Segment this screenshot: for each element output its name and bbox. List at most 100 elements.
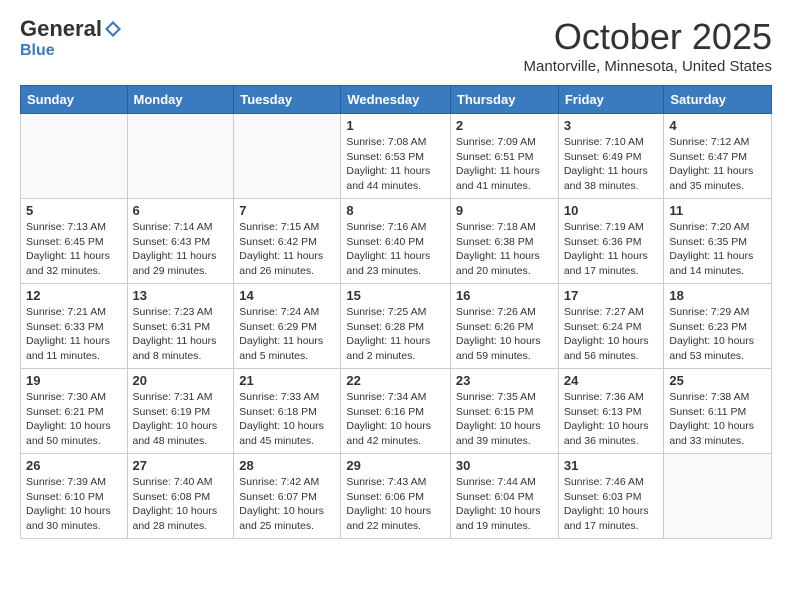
day-number: 17 — [564, 288, 659, 303]
calendar-table: SundayMondayTuesdayWednesdayThursdayFrid… — [20, 85, 772, 539]
calendar-cell: 10Sunrise: 7:19 AM Sunset: 6:36 PM Dayli… — [558, 199, 664, 284]
day-info: Sunrise: 7:14 AM Sunset: 6:43 PM Dayligh… — [133, 220, 229, 279]
day-info: Sunrise: 7:26 AM Sunset: 6:26 PM Dayligh… — [456, 305, 553, 364]
day-info: Sunrise: 7:20 AM Sunset: 6:35 PM Dayligh… — [669, 220, 766, 279]
day-info: Sunrise: 7:40 AM Sunset: 6:08 PM Dayligh… — [133, 475, 229, 534]
day-number: 10 — [564, 203, 659, 218]
day-info: Sunrise: 7:31 AM Sunset: 6:19 PM Dayligh… — [133, 390, 229, 449]
calendar-week-row: 19 Sunrise: 7:30 AM Sunset: 6:21 PM Dayli… — [21, 369, 772, 454]
day-number: 30 — [456, 458, 553, 473]
day-number: 21 — [239, 373, 335, 388]
day-info: Sunrise: 7:44 AM Sunset: 6:04 PM Dayligh… — [456, 475, 553, 534]
calendar-week-row: 12Sunrise: 7:21 AM Sunset: 6:33 PM Dayli… — [21, 284, 772, 369]
day-info: Sunrise: 7:46 AM Sunset: 6:03 PM Dayligh… — [564, 475, 659, 534]
day-number: 11 — [669, 203, 766, 218]
page: General Blue October 2025 Mantorville, M… — [0, 0, 792, 612]
calendar-cell — [21, 114, 128, 199]
day-number: 29 — [346, 458, 445, 473]
calendar-cell: 3Sunrise: 7:10 AM Sunset: 6:49 PM Daylig… — [558, 114, 664, 199]
calendar-cell: 11 Sunrise: 7:20 AM Sunset: 6:35 PM Dayli… — [664, 199, 772, 284]
calendar-cell: 5 Sunrise: 7:13 AM Sunset: 6:45 PM Daylig… — [21, 199, 128, 284]
day-number: 16 — [456, 288, 553, 303]
calendar-cell: 27 Sunrise: 7:40 AM Sunset: 6:08 PM Dayli… — [127, 454, 234, 539]
calendar-cell — [127, 114, 234, 199]
calendar-cell: 30 Sunrise: 7:44 AM Sunset: 6:04 PM Dayli… — [450, 454, 558, 539]
day-number: 19 — [26, 373, 122, 388]
day-number: 18 — [669, 288, 766, 303]
day-number: 22 — [346, 373, 445, 388]
day-info: Sunrise: 7:24 AM Sunset: 6:29 PM Dayligh… — [239, 305, 335, 364]
day-number: 31 — [564, 458, 659, 473]
calendar-cell — [234, 114, 341, 199]
calendar-cell: 23 Sunrise: 7:35 AM Sunset: 6:15 PM Dayli… — [450, 369, 558, 454]
calendar-cell: 29 Sunrise: 7:43 AM Sunset: 6:06 PM Dayli… — [341, 454, 451, 539]
day-number: 8 — [346, 203, 445, 218]
logo-blue-text: Blue — [20, 42, 55, 60]
calendar-header-row: SundayMondayTuesdayWednesdayThursdayFrid… — [21, 86, 772, 114]
day-number: 27 — [133, 458, 229, 473]
calendar-week-row: 26Sunrise: 7:39 AM Sunset: 6:10 PM Dayli… — [21, 454, 772, 539]
day-info: Sunrise: 7:18 AM Sunset: 6:38 PM Dayligh… — [456, 220, 553, 279]
day-number: 14 — [239, 288, 335, 303]
logo-icon — [104, 20, 122, 38]
day-info: Sunrise: 7:34 AM Sunset: 6:16 PM Dayligh… — [346, 390, 445, 449]
day-number: 25 — [669, 373, 766, 388]
day-number: 15 — [346, 288, 445, 303]
logo: General Blue — [20, 16, 122, 60]
day-info: Sunrise: 7:43 AM Sunset: 6:06 PM Dayligh… — [346, 475, 445, 534]
calendar-cell: 16 Sunrise: 7:26 AM Sunset: 6:26 PM Dayli… — [450, 284, 558, 369]
day-number: 24 — [564, 373, 659, 388]
day-info: Sunrise: 7:42 AM Sunset: 6:07 PM Dayligh… — [239, 475, 335, 534]
day-info: Sunrise: 7:21 AM Sunset: 6:33 PM Dayligh… — [26, 305, 122, 364]
day-info: Sunrise: 7:09 AM Sunset: 6:51 PM Dayligh… — [456, 135, 553, 194]
calendar-cell — [664, 454, 772, 539]
calendar-day-header: Friday — [558, 86, 664, 114]
day-number: 1 — [346, 118, 445, 133]
day-info: Sunrise: 7:23 AM Sunset: 6:31 PM Dayligh… — [133, 305, 229, 364]
calendar-cell: 18 Sunrise: 7:29 AM Sunset: 6:23 PM Dayli… — [664, 284, 772, 369]
calendar-cell: 8Sunrise: 7:16 AM Sunset: 6:40 PM Daylig… — [341, 199, 451, 284]
header: General Blue October 2025 Mantorville, M… — [20, 16, 772, 75]
calendar-day-header: Saturday — [664, 86, 772, 114]
day-number: 6 — [133, 203, 229, 218]
day-info: Sunrise: 7:29 AM Sunset: 6:23 PM Dayligh… — [669, 305, 766, 364]
calendar-cell: 21Sunrise: 7:33 AM Sunset: 6:18 PM Dayli… — [234, 369, 341, 454]
logo-general-text: General — [20, 16, 102, 42]
calendar-day-header: Thursday — [450, 86, 558, 114]
calendar-cell: 12Sunrise: 7:21 AM Sunset: 6:33 PM Dayli… — [21, 284, 128, 369]
calendar-cell: 2 Sunrise: 7:09 AM Sunset: 6:51 PM Daylig… — [450, 114, 558, 199]
calendar-cell: 14 Sunrise: 7:24 AM Sunset: 6:29 PM Dayli… — [234, 284, 341, 369]
calendar-cell: 6 Sunrise: 7:14 AM Sunset: 6:43 PM Daylig… — [127, 199, 234, 284]
day-number: 20 — [133, 373, 229, 388]
day-number: 2 — [456, 118, 553, 133]
day-info: Sunrise: 7:27 AM Sunset: 6:24 PM Dayligh… — [564, 305, 659, 364]
calendar-day-header: Sunday — [21, 86, 128, 114]
calendar-cell: 9Sunrise: 7:18 AM Sunset: 6:38 PM Daylig… — [450, 199, 558, 284]
month-title: October 2025 — [524, 16, 772, 58]
calendar-cell: 31 Sunrise: 7:46 AM Sunset: 6:03 PM Dayli… — [558, 454, 664, 539]
calendar-cell: 24 Sunrise: 7:36 AM Sunset: 6:13 PM Dayli… — [558, 369, 664, 454]
day-info: Sunrise: 7:36 AM Sunset: 6:13 PM Dayligh… — [564, 390, 659, 449]
calendar-cell: 28Sunrise: 7:42 AM Sunset: 6:07 PM Dayli… — [234, 454, 341, 539]
calendar-cell: 25 Sunrise: 7:38 AM Sunset: 6:11 PM Dayli… — [664, 369, 772, 454]
day-info: Sunrise: 7:38 AM Sunset: 6:11 PM Dayligh… — [669, 390, 766, 449]
day-number: 5 — [26, 203, 122, 218]
day-number: 23 — [456, 373, 553, 388]
day-info: Sunrise: 7:35 AM Sunset: 6:15 PM Dayligh… — [456, 390, 553, 449]
calendar-week-row: 5 Sunrise: 7:13 AM Sunset: 6:45 PM Daylig… — [21, 199, 772, 284]
calendar-cell: 15Sunrise: 7:25 AM Sunset: 6:28 PM Dayli… — [341, 284, 451, 369]
calendar-day-header: Wednesday — [341, 86, 451, 114]
day-info: Sunrise: 7:30 AM Sunset: 6:21 PM Dayligh… — [26, 390, 122, 449]
location: Mantorville, Minnesota, United States — [524, 58, 772, 75]
calendar-day-header: Tuesday — [234, 86, 341, 114]
day-info: Sunrise: 7:10 AM Sunset: 6:49 PM Dayligh… — [564, 135, 659, 194]
calendar-cell: 22 Sunrise: 7:34 AM Sunset: 6:16 PM Dayli… — [341, 369, 451, 454]
calendar-cell: 4Sunrise: 7:12 AM Sunset: 6:47 PM Daylig… — [664, 114, 772, 199]
day-info: Sunrise: 7:08 AM Sunset: 6:53 PM Dayligh… — [346, 135, 445, 194]
day-number: 13 — [133, 288, 229, 303]
day-info: Sunrise: 7:39 AM Sunset: 6:10 PM Dayligh… — [26, 475, 122, 534]
day-info: Sunrise: 7:13 AM Sunset: 6:45 PM Dayligh… — [26, 220, 122, 279]
day-number: 7 — [239, 203, 335, 218]
day-info: Sunrise: 7:15 AM Sunset: 6:42 PM Dayligh… — [239, 220, 335, 279]
calendar-cell: 26Sunrise: 7:39 AM Sunset: 6:10 PM Dayli… — [21, 454, 128, 539]
